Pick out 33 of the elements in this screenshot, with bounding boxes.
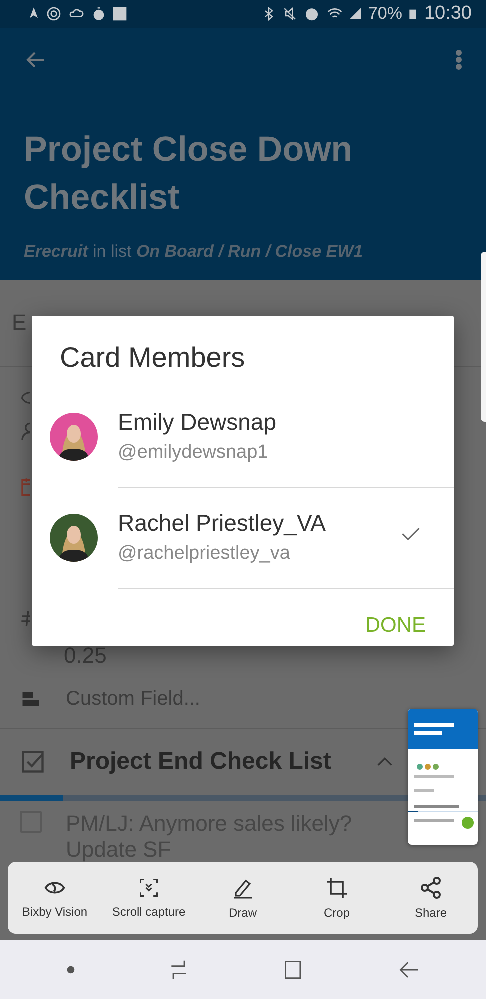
member-name: Rachel Priestley_VA (118, 510, 327, 536)
member-row[interactable]: Emily Dewsnap @emilydewsnap1 (32, 386, 454, 487)
navigation-icon (28, 7, 40, 21)
hash-icon (20, 609, 30, 629)
checklist-icon (20, 749, 46, 775)
member-row[interactable]: Rachel Priestley_VA @rachelpriestley_va (32, 487, 454, 588)
edge-panel-handle[interactable] (481, 252, 486, 422)
scroll-capture-icon (137, 877, 161, 899)
member-handle: @emilydewsnap1 (118, 442, 270, 464)
custom-field-icon (20, 690, 42, 708)
nfc-icon (46, 6, 62, 22)
capture-tool-button[interactable]: Scroll capture (105, 873, 193, 923)
more-icon (456, 50, 462, 70)
card-location: Erecruit in list On Board / Run / Close EW1 (24, 242, 364, 262)
battery-percent: 70% (368, 4, 402, 24)
screenshot-thumbnail[interactable] (408, 709, 478, 845)
person-icon (20, 422, 30, 442)
dialog-title: Card Members (59, 341, 246, 375)
crop-icon (325, 876, 349, 900)
signal-icon (350, 6, 362, 22)
dot-icon (66, 966, 74, 974)
capture-tool-button[interactable]: Crop (293, 872, 381, 924)
capture-tool-button[interactable]: Share (387, 872, 475, 924)
capture-tool-button[interactable]: Bixby Vision (11, 873, 99, 923)
member-handle: @rachelpriestley_va (118, 542, 292, 564)
stopwatch-icon (92, 6, 106, 22)
card-title: Project Close Down Checklist (24, 129, 354, 219)
capture-tool-button[interactable]: Draw (199, 872, 287, 924)
share-icon (419, 876, 443, 900)
member-name: Emily Dewsnap (118, 408, 278, 436)
clock-time: 10:30 (424, 3, 472, 25)
checklist-title: Project End Check List (70, 748, 332, 776)
mute-icon (282, 6, 298, 22)
